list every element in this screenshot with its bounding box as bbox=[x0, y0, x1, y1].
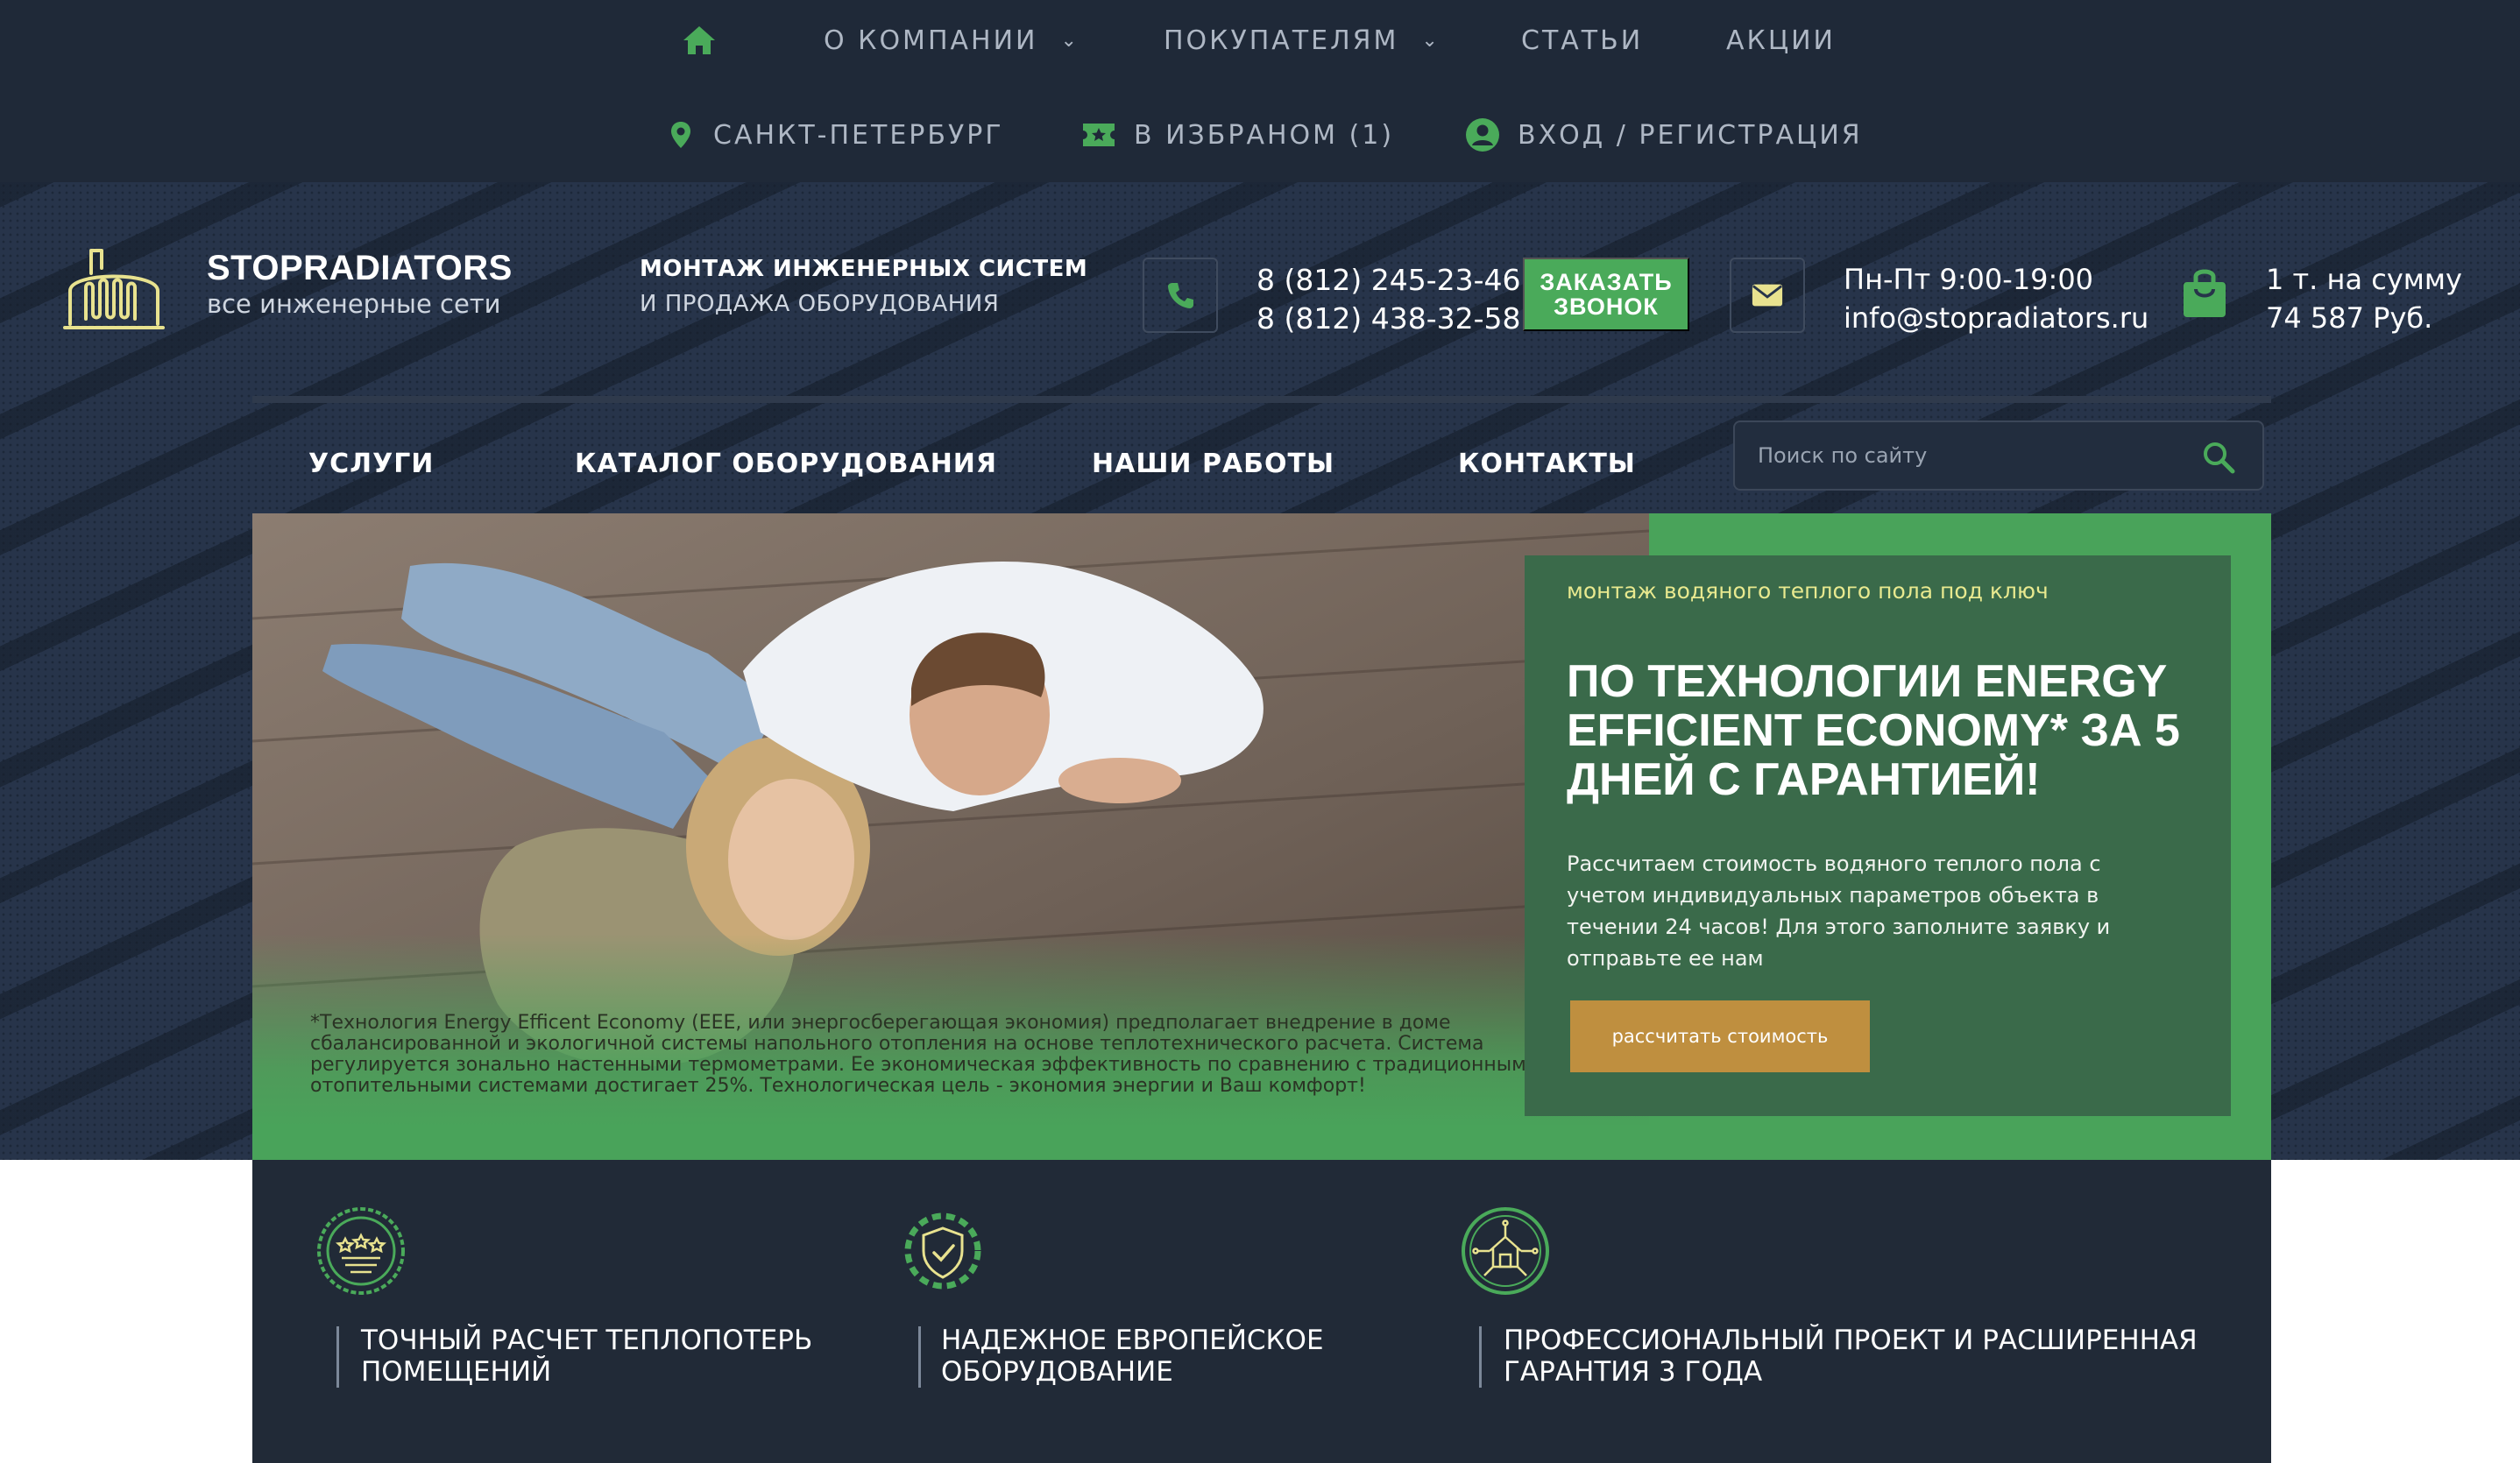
slogan-line-1: МОНТАЖ ИНЖЕНЕРНЫХ СИСТЕМ bbox=[640, 256, 1088, 282]
phone-icon bbox=[1168, 283, 1193, 308]
radiator-logo-icon[interactable] bbox=[61, 245, 166, 331]
nav-item-buyers[interactable]: ПОКУПАТЕЛЯМ ⌄ bbox=[1164, 21, 1441, 60]
stars-badge-icon bbox=[317, 1207, 405, 1295]
mainnav-catalog[interactable]: КАТАЛОГ ОБОРУДОВАНИЯ bbox=[575, 449, 997, 479]
login-link[interactable]: ВХОД / РЕГИСТРАЦИЯ bbox=[1465, 116, 1863, 154]
working-hours: Пн-Пт 9:00-19:00 bbox=[1844, 263, 2094, 296]
search-icon[interactable] bbox=[2201, 440, 2236, 475]
shopping-bag-icon[interactable] bbox=[2182, 266, 2227, 319]
phone-number-1[interactable]: 8 (812) 245-23-46 bbox=[1256, 263, 1521, 297]
user-icon bbox=[1466, 118, 1499, 152]
cart-summary-total[interactable]: 74 587 Руб. bbox=[2266, 301, 2432, 335]
house-network-icon bbox=[1462, 1207, 1549, 1295]
top-bar: О КОМПАНИИ ⌄ ПОКУПАТЕЛЯМ ⌄ СТАТЬИ АКЦИИ … bbox=[0, 0, 2520, 182]
mainnav-services[interactable]: УСЛУГИ bbox=[308, 449, 434, 479]
city-selector[interactable]: САНКТ-ПЕТЕРБУРГ bbox=[666, 116, 1004, 154]
email-box[interactable] bbox=[1730, 258, 1805, 333]
favorites-label: В ИЗБРАНОМ (1) bbox=[1134, 119, 1395, 151]
promo-text: Рассчитаем стоимость водяного теплого по… bbox=[1567, 852, 2111, 971]
cart-summary-count[interactable]: 1 т. на сумму bbox=[2266, 263, 2462, 296]
brand-name[interactable]: STOPRADIATORS bbox=[207, 249, 513, 288]
calculate-cost-button[interactable]: рассчитать стоимость bbox=[1570, 1000, 1870, 1072]
shield-check-icon bbox=[904, 1212, 981, 1290]
promo-card: монтаж водяного теплого пола под ключ ПО… bbox=[1525, 555, 2231, 1116]
nav-item-buyers-label: ПОКУПАТЕЛЯМ bbox=[1164, 25, 1399, 56]
phone-box[interactable] bbox=[1143, 258, 1218, 333]
hero-disclaimer: *Технология Energy Efficent Economy (EEE… bbox=[310, 1012, 1539, 1097]
feature-divider bbox=[336, 1326, 339, 1388]
nav-item-articles[interactable]: СТАТЬИ bbox=[1521, 21, 1643, 60]
order-call-button[interactable]: ЗАКАЗАТЬ ЗВОНОК bbox=[1523, 258, 1689, 331]
feature-label-3: ПРОФЕССИОНАЛЬНЫЙ ПРОЕКТ И РАСШИРЕННАЯ ГА… bbox=[1504, 1325, 2198, 1388]
nav-item-about-label: О КОМПАНИИ bbox=[824, 25, 1038, 56]
chevron-down-icon: ⌄ bbox=[1060, 29, 1079, 52]
hero-banner: *Технология Energy Efficent Economy (EEE… bbox=[252, 513, 2271, 1160]
favorites-link[interactable]: В ИЗБРАНОМ (1) bbox=[1081, 116, 1394, 154]
chevron-down-icon: ⌄ bbox=[1421, 29, 1441, 52]
phone-number-2[interactable]: 8 (812) 438-32-58 bbox=[1256, 301, 1521, 336]
location-pin-icon bbox=[671, 122, 690, 148]
city-label: САНКТ-ПЕТЕРБУРГ bbox=[713, 119, 1004, 151]
nav-item-about[interactable]: О КОМПАНИИ ⌄ bbox=[824, 21, 1079, 60]
search-box bbox=[1733, 421, 2264, 491]
login-label: ВХОД / РЕГИСТРАЦИЯ bbox=[1518, 119, 1863, 151]
mainnav-works[interactable]: НАШИ РАБОТЫ bbox=[1092, 449, 1334, 479]
feature-label-1: ТОЧНЫЙ РАСЧЕТ ТЕПЛОПОТЕРЬ ПОМЕЩЕНИЙ bbox=[361, 1325, 813, 1388]
envelope-icon bbox=[1752, 284, 1783, 307]
home-icon[interactable] bbox=[682, 25, 717, 56]
feature-label-2: НАДЕЖНОЕ ЕВРОПЕЙСКОЕ ОБОРУДОВАНИЕ bbox=[941, 1325, 1324, 1388]
slogan-line-2: И ПРОДАЖА ОБОРУДОВАНИЯ bbox=[640, 291, 1000, 317]
brand-tagline: все инженерные сети bbox=[207, 289, 501, 319]
feature-divider bbox=[918, 1326, 921, 1388]
mainnav-contacts[interactable]: КОНТАКТЫ bbox=[1458, 449, 1636, 479]
promo-title: ПО ТЕХНОЛОГИИ ENERGY EFFICIENT ECONOMY* … bbox=[1567, 656, 2180, 805]
promo-kicker: монтаж водяного теплого пола под ключ bbox=[1567, 578, 2049, 604]
nav-divider bbox=[252, 396, 2271, 403]
features-strip: ТОЧНЫЙ РАСЧЕТ ТЕПЛОПОТЕРЬ ПОМЕЩЕНИЙ НАДЕ… bbox=[252, 1160, 2271, 1463]
nav-item-sales[interactable]: АКЦИИ bbox=[1726, 21, 1836, 60]
nav-item-sales-label: АКЦИИ bbox=[1726, 25, 1836, 56]
feature-divider bbox=[1479, 1326, 1482, 1388]
search-input[interactable] bbox=[1756, 438, 2177, 473]
favorites-ticket-icon bbox=[1083, 124, 1115, 146]
email-link[interactable]: info@stopradiators.ru bbox=[1844, 301, 2148, 335]
nav-item-articles-label: СТАТЬИ bbox=[1521, 25, 1644, 56]
